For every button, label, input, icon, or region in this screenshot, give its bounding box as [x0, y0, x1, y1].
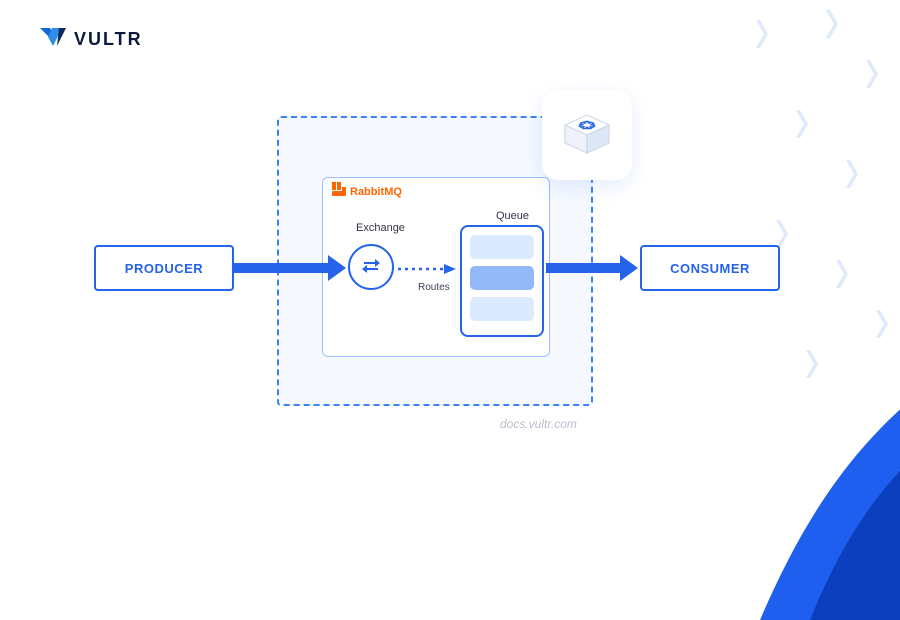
routes-label: Routes — [418, 282, 450, 293]
swap-arrows-icon — [360, 254, 382, 281]
exchange-node — [348, 244, 394, 290]
queue-message — [470, 266, 534, 290]
producer-node: PRODUCER — [94, 245, 234, 291]
brand-name: VULTR — [74, 29, 143, 50]
queue-message — [470, 235, 534, 259]
brand-logo: VULTR — [40, 28, 143, 50]
rabbitmq-text: RabbitMQ — [350, 186, 402, 198]
vultr-logo-icon — [40, 28, 66, 50]
kubernetes-badge — [542, 90, 632, 180]
routes-arrow — [398, 264, 456, 274]
queue-message — [470, 297, 534, 321]
kubernetes-cube-icon — [555, 105, 619, 166]
arrow-producer-to-exchange — [234, 260, 346, 276]
decorative-corner-swoosh — [700, 360, 900, 620]
consumer-label: CONSUMER — [670, 261, 750, 276]
queue-box — [460, 225, 544, 337]
queue-label: Queue — [496, 210, 529, 222]
watermark: docs.vultr.com — [500, 417, 577, 431]
arrow-queue-to-consumer — [546, 260, 638, 276]
rabbitmq-icon — [332, 182, 346, 201]
producer-label: PRODUCER — [125, 261, 203, 276]
consumer-node: CONSUMER — [640, 245, 780, 291]
rabbitmq-label: RabbitMQ — [332, 182, 402, 201]
exchange-label: Exchange — [356, 222, 405, 234]
